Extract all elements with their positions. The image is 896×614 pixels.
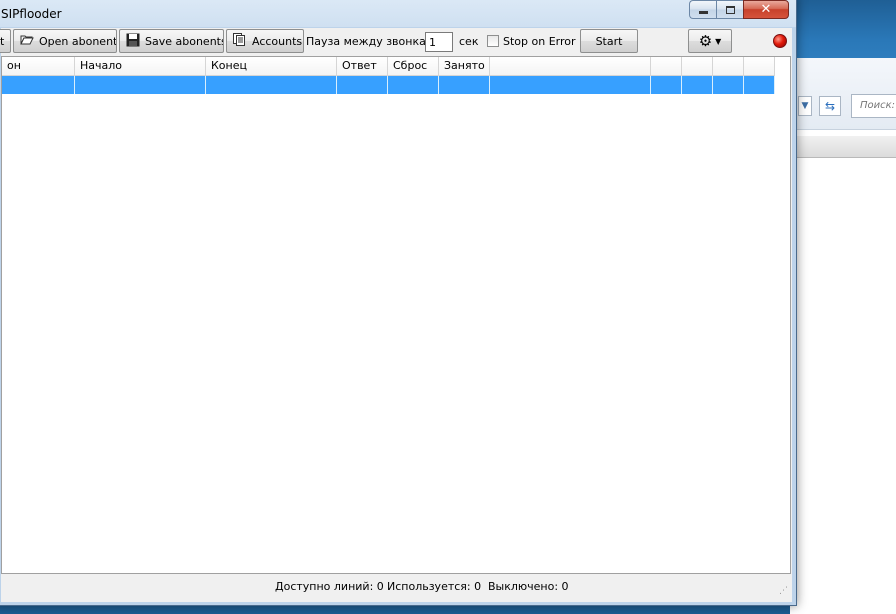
calls-grid[interactable]: он Начало Конец Ответ Сброс Занято [1, 56, 791, 574]
minimize-button[interactable] [689, 0, 716, 19]
column-header[interactable] [490, 57, 651, 76]
sipflooder-window: SIPflooder ✕ t Open abonents Save abonen… [0, 0, 797, 606]
grid-header: он Начало Конец Ответ Сброс Занято [2, 57, 775, 76]
table-cell[interactable] [206, 76, 337, 94]
edit-abonents-label: t [0, 34, 5, 48]
minimize-icon [698, 11, 708, 14]
start-label: Start [595, 34, 623, 48]
column-header[interactable]: Начало [75, 57, 206, 76]
close-icon: ✕ [760, 2, 772, 17]
background-window: ▼ ⇆ Поиск: [790, 58, 896, 614]
save-abonents-button[interactable]: Save abonents [119, 29, 224, 53]
column-header[interactable]: Ответ [337, 57, 388, 76]
settings-button[interactable]: ⚙ ▼ [688, 29, 732, 53]
accounts-button[interactable]: Accounts [226, 29, 304, 53]
column-header[interactable] [651, 57, 682, 76]
background-search-placeholder: Поиск: [860, 100, 896, 111]
chevron-down-icon: ▼ [715, 36, 722, 46]
resize-grip[interactable]: ⋰ [779, 586, 788, 596]
maximize-icon [725, 5, 735, 14]
pause-label: Пауза между звонками [306, 35, 442, 48]
column-header[interactable]: он [2, 57, 75, 76]
column-header[interactable]: Сброс [388, 57, 439, 76]
available-lines-status: Доступно линий: 0 [275, 580, 384, 593]
stop-on-error-checkbox[interactable] [487, 35, 499, 47]
column-header[interactable] [713, 57, 744, 76]
table-cell[interactable] [2, 76, 75, 94]
column-header[interactable]: Конец [206, 57, 337, 76]
table-row[interactable] [2, 76, 775, 94]
maximize-button[interactable] [716, 0, 743, 19]
chevron-down-icon[interactable]: ▼ [798, 96, 812, 116]
disabled-lines-status: Выключено: 0 [488, 580, 569, 593]
gear-icon: ⚙ [698, 31, 713, 50]
folder-open-icon [20, 34, 34, 49]
table-cell[interactable] [744, 76, 775, 94]
start-button[interactable]: Start [580, 29, 638, 53]
column-header[interactable]: Занято [439, 57, 490, 76]
status-indicator [773, 34, 787, 48]
title-bar[interactable]: SIPflooder ✕ [0, 0, 796, 29]
table-cell[interactable] [651, 76, 682, 94]
table-cell[interactable] [682, 76, 713, 94]
table-cell[interactable] [337, 76, 388, 94]
table-cell[interactable] [75, 76, 206, 94]
close-button[interactable]: ✕ [743, 0, 789, 19]
refresh-icon[interactable]: ⇆ [819, 96, 841, 116]
client-area: t Open abonents Save abonents Accounts П… [0, 28, 792, 602]
save-abonents-label: Save abonents [145, 34, 224, 48]
background-menu-bar [790, 136, 896, 158]
background-search-input[interactable]: Поиск: [851, 94, 896, 118]
pause-input[interactable] [425, 32, 453, 52]
table-cell[interactable] [490, 76, 651, 94]
edit-abonents-button[interactable]: t [0, 29, 11, 53]
documents-icon [233, 32, 247, 50]
column-header[interactable] [744, 57, 775, 76]
table-cell[interactable] [713, 76, 744, 94]
column-header[interactable] [682, 57, 713, 76]
floppy-disk-icon [126, 33, 140, 50]
accounts-label: Accounts [252, 34, 303, 48]
table-cell[interactable] [388, 76, 439, 94]
toolbar: t Open abonents Save abonents Accounts П… [0, 28, 792, 56]
stop-on-error-label[interactable]: Stop on Error [503, 35, 576, 48]
table-cell[interactable] [439, 76, 490, 94]
background-toolbar: ▼ ⇆ Поиск: [790, 58, 896, 130]
window-title: SIPflooder [1, 7, 62, 21]
used-lines-status: Используется: 0 [387, 580, 482, 593]
status-bar: Доступно линий: 0 Используется: 0 Выключ… [1, 574, 791, 598]
seconds-label: сек [459, 35, 479, 48]
open-abonents-label: Open abonents [39, 34, 117, 48]
window-controls: ✕ [689, 0, 789, 19]
open-abonents-button[interactable]: Open abonents [13, 29, 117, 53]
